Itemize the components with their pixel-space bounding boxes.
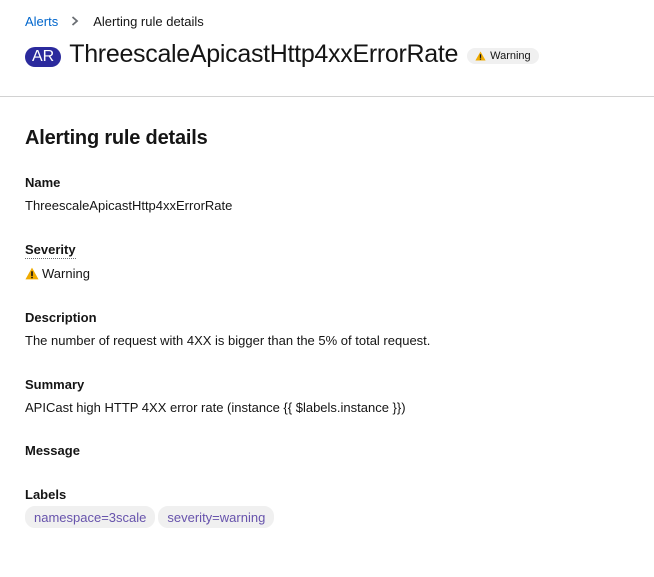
description-value: The number of request with 4XX is bigger… [25,333,431,348]
severity-value: Warning [25,266,90,281]
message-term: Message [25,443,80,458]
section-title: Alerting rule details [25,127,208,149]
severity-term-label: Severity [25,242,76,259]
name-term: Name [25,175,61,190]
warning-icon [25,267,39,280]
label-chip-namespace[interactable]: namespace=3scale [25,506,156,528]
page-header: Alerts Alerting rule details AR Threesca… [0,0,654,97]
severity-badge-text: Warning [490,50,531,62]
severity-badge: Warning [467,48,539,64]
labels-list: namespace=3scale severity=warning [25,506,277,528]
breadcrumb: Alerts Alerting rule details [25,12,204,30]
page-title: ThreescaleApicastHttp4xxErrorRate [69,40,459,68]
severity-term[interactable]: Severity [25,242,76,259]
warning-icon [475,51,486,61]
summary-term: Summary [25,377,85,392]
description-term: Description [25,310,97,325]
resource-badge: AR [25,46,62,67]
title-row: AR ThreescaleApicastHttp4xxErrorRate War… [25,40,539,69]
breadcrumb-link-alerts[interactable]: Alerts [25,14,58,29]
summary-value: APICast high HTTP 4XX error rate (instan… [25,400,406,415]
chevron-right-icon [71,16,79,26]
severity-value-text: Warning [42,266,90,281]
labels-term: Labels [25,487,67,502]
name-value: ThreescaleApicastHttp4xxErrorRate [25,198,233,213]
label-chip-severity[interactable]: severity=warning [158,506,275,528]
breadcrumb-current: Alerting rule details [93,13,204,29]
